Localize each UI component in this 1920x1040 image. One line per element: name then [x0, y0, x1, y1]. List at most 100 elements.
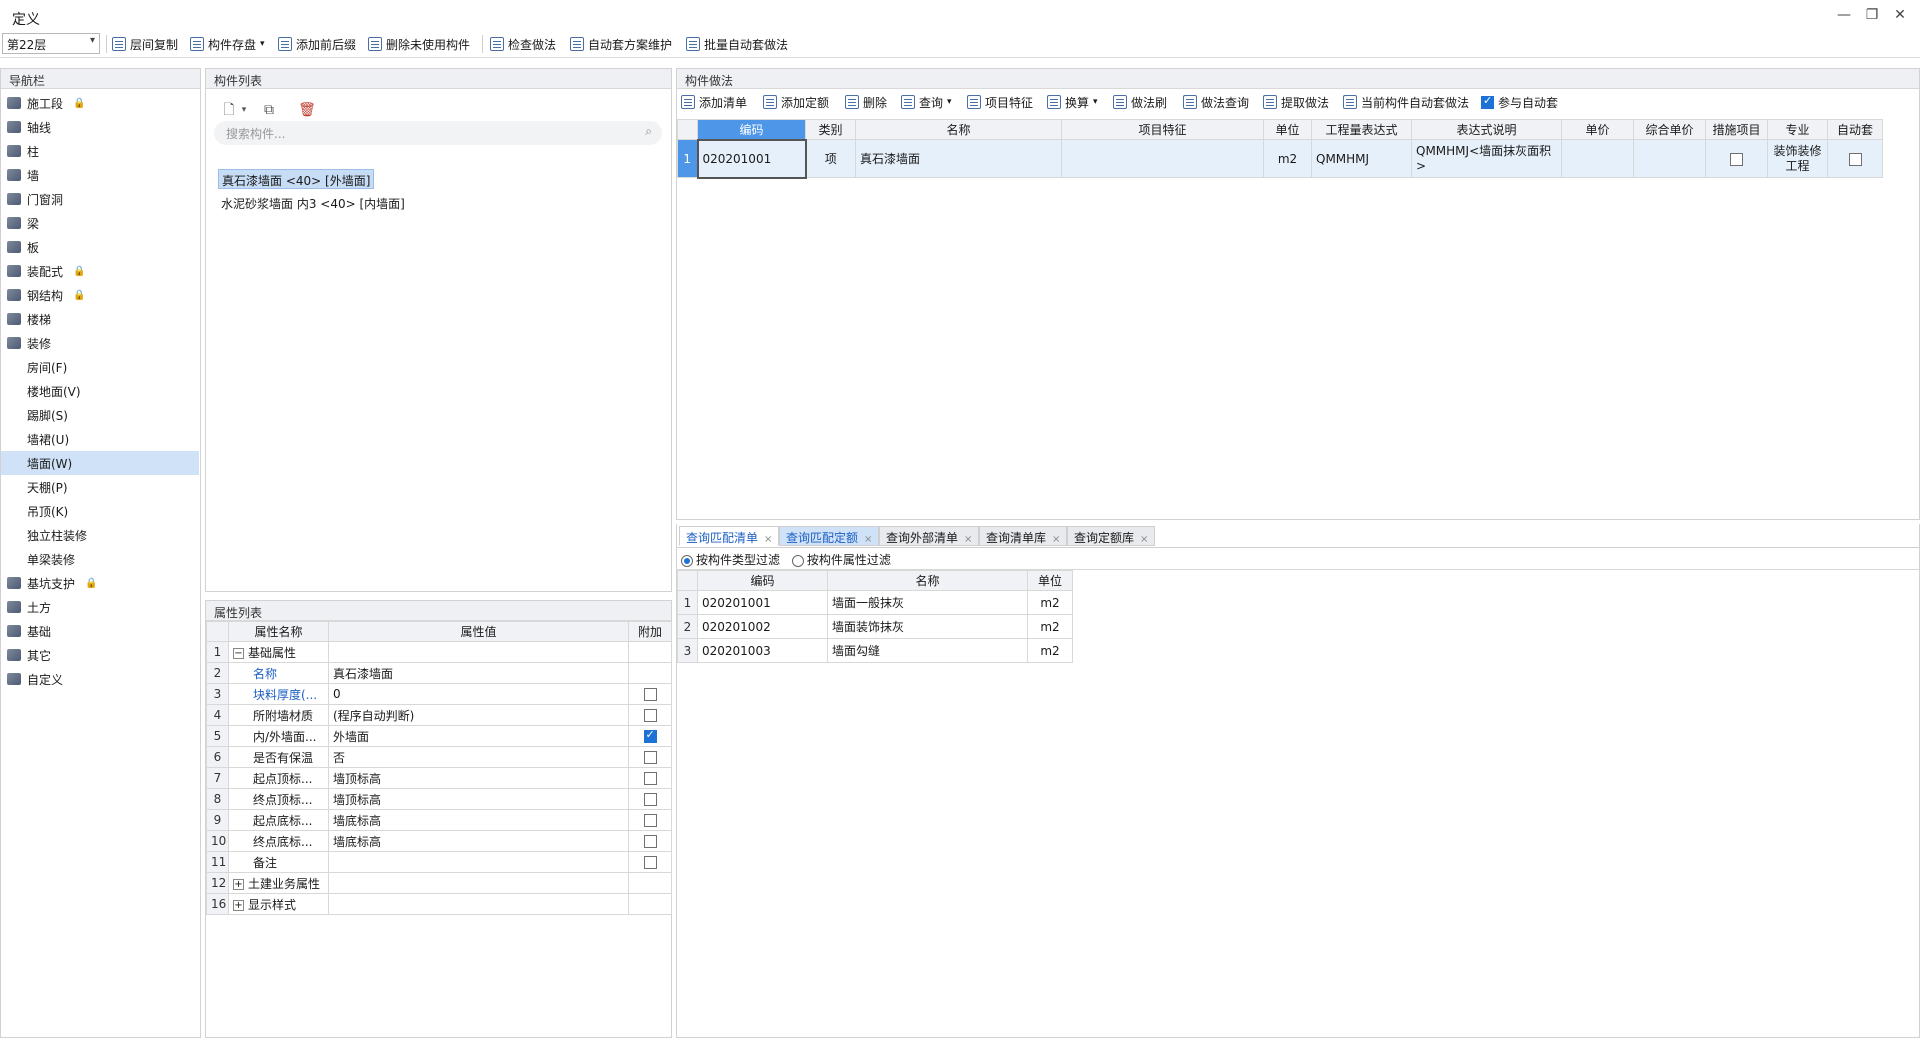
filter-attr-radio[interactable]: 按构件属性过滤 — [791, 553, 891, 567]
property-row[interactable]: 8 终点顶标... 墙顶标高 — [206, 788, 672, 810]
property-value-cell[interactable]: 否 — [328, 746, 629, 768]
property-row[interactable]: 3 块料厚度(... 0 — [206, 683, 672, 705]
name-cell[interactable]: 墙面一般抹灰 — [827, 590, 1028, 615]
query-tab[interactable]: 查询匹配清单 × — [679, 526, 780, 546]
name-cell[interactable]: 真石漆墙面 — [855, 139, 1062, 178]
delete-button[interactable]: 删除 — [845, 93, 887, 111]
code-cell[interactable]: 020201003 — [697, 638, 828, 663]
property-value-cell[interactable]: 外墙面 — [328, 725, 629, 747]
batch-auto-method-button[interactable]: 批量自动套做法 — [686, 35, 788, 53]
unit-cell[interactable]: m2 — [1263, 139, 1312, 178]
close-tab-icon[interactable]: × — [1052, 534, 1060, 545]
component-item[interactable]: 水泥砂浆墙面 内3 <40> [内墙面] — [218, 193, 408, 213]
nav-item[interactable]: 装配式 🔒 — [1, 259, 199, 283]
nav-item[interactable]: 施工段 🔒 — [1, 91, 199, 115]
method-brush-button[interactable]: 做法刷 — [1113, 93, 1167, 111]
add-list-button[interactable]: 添加清单 — [681, 93, 747, 111]
code-cell[interactable]: 020201002 — [697, 614, 828, 639]
property-value-cell[interactable] — [328, 851, 629, 873]
property-value-cell[interactable] — [328, 893, 629, 915]
attach-checkbox[interactable] — [643, 793, 657, 806]
attach-checkbox[interactable] — [643, 835, 657, 848]
query-row[interactable]: 1 020201001 墙面一般抹灰 m2 — [677, 590, 1073, 615]
close-button[interactable]: ✕ — [1890, 6, 1910, 24]
component-search-input[interactable]: 搜索构件... ⌕ — [214, 121, 662, 145]
property-value-cell[interactable]: 墙底标高 — [328, 830, 629, 852]
property-row[interactable]: 12 + 土建业务属性 — [206, 872, 672, 894]
delete-unused-button[interactable]: 删除未使用构件 — [368, 35, 470, 53]
attach-checkbox[interactable] — [643, 688, 657, 701]
nav-item[interactable]: 板 — [1, 235, 199, 259]
type-cell[interactable]: 项 — [805, 139, 856, 178]
nav-item[interactable]: 柱 — [1, 139, 199, 163]
property-value-cell[interactable]: 0 — [328, 683, 629, 705]
auto-method-current-button[interactable]: 当前构件自动套做法 — [1343, 93, 1469, 111]
add-quota-button[interactable]: 添加定额 — [763, 93, 829, 111]
measure-checkbox-cell[interactable] — [1705, 139, 1768, 178]
price-cell[interactable] — [1561, 139, 1634, 178]
expand-icon[interactable]: + — [233, 899, 244, 911]
code-cell[interactable]: 020201001 — [696, 138, 807, 179]
restore-button[interactable]: ❐ — [1862, 6, 1882, 24]
query-tab[interactable]: 查询清单库 × — [979, 526, 1068, 546]
delete-component-icon[interactable]: 🗑 — [296, 99, 318, 121]
property-value-cell[interactable]: 墙底标高 — [328, 809, 629, 831]
save-component-button[interactable]: 构件存盘 ▾ — [190, 35, 265, 53]
copy-between-floors-button[interactable]: 层间复制 — [112, 35, 178, 53]
query-tab[interactable]: 查询定额库 × — [1067, 526, 1156, 546]
unit-cell[interactable]: m2 — [1027, 590, 1073, 615]
attach-checkbox[interactable] — [643, 751, 657, 764]
nav-item[interactable]: 基坑支护 🔒 — [1, 571, 199, 595]
nav-item[interactable]: 钢结构 🔒 — [1, 283, 199, 307]
expand-icon[interactable]: + — [233, 878, 244, 890]
nav-item[interactable]: 装修 — [1, 331, 199, 355]
query-button[interactable]: 查询 ▾ — [901, 93, 952, 111]
nav-item[interactable]: 土方 — [1, 595, 199, 619]
nav-item[interactable]: 墙面(W) — [1, 451, 199, 475]
close-tab-icon[interactable]: × — [964, 534, 972, 545]
item-feature-button[interactable]: 项目特征 — [967, 93, 1033, 111]
property-row[interactable]: 7 起点顶标... 墙顶标高 — [206, 767, 672, 789]
nav-item[interactable]: 天棚(P) — [1, 475, 199, 499]
auto-participate-checkbox[interactable]: 参与自动套 — [1481, 93, 1558, 111]
nav-item[interactable]: 单梁装修 — [1, 547, 199, 571]
property-value-cell[interactable]: 墙顶标高 — [328, 788, 629, 810]
total-price-cell[interactable] — [1633, 139, 1706, 178]
expression-desc-cell[interactable]: QMMHMJ<墙面抹灰面积> — [1411, 139, 1562, 178]
nav-item[interactable]: 楼梯 — [1, 307, 199, 331]
query-tab[interactable]: 查询外部清单 × — [879, 526, 980, 546]
unit-cell[interactable]: m2 — [1027, 614, 1073, 639]
property-row[interactable]: 9 起点底标... 墙底标高 — [206, 809, 672, 831]
unit-cell[interactable]: m2 — [1027, 638, 1073, 663]
check-method-button[interactable]: 检查做法 — [490, 35, 556, 53]
query-row[interactable]: 3 020201003 墙面勾缝 m2 — [677, 638, 1073, 663]
feature-cell[interactable] — [1061, 139, 1264, 178]
property-row[interactable]: 10 终点底标... 墙底标高 — [206, 830, 672, 852]
query-row[interactable]: 2 020201002 墙面装饰抹灰 m2 — [677, 614, 1073, 639]
nav-item[interactable]: 吊顶(K) — [1, 499, 199, 523]
floor-select[interactable]: 第22层 ▾ — [2, 33, 100, 54]
nav-item[interactable]: 房间(F) — [1, 355, 199, 379]
nav-item[interactable]: 墙 — [1, 163, 199, 187]
property-row[interactable]: 1− 基础属性 — [206, 641, 672, 663]
property-row[interactable]: 2 名称 真石漆墙面 — [206, 662, 672, 684]
close-tab-icon[interactable]: × — [1140, 534, 1148, 545]
nav-item[interactable]: 踢脚(S) — [1, 403, 199, 427]
minimize-button[interactable]: — — [1834, 6, 1854, 24]
attach-checkbox[interactable] — [643, 728, 657, 743]
nav-item[interactable]: 自定义 — [1, 667, 199, 691]
nav-item[interactable]: 门窗洞 — [1, 187, 199, 211]
filter-type-radio[interactable]: 按构件类型过滤 — [681, 553, 780, 567]
table-row[interactable]: 1 020201001 项 真石漆墙面 m2 QMMHMJ QMMHMJ<墙面抹… — [677, 138, 1883, 179]
expression-cell[interactable]: QMMHMJ — [1311, 139, 1412, 178]
attach-checkbox[interactable] — [643, 772, 657, 785]
method-query-button[interactable]: 做法查询 — [1183, 93, 1249, 111]
nav-item[interactable]: 其它 — [1, 643, 199, 667]
property-value-cell[interactable]: 墙顶标高 — [328, 767, 629, 789]
component-item[interactable]: 真石漆墙面 <40> [外墙面] — [218, 169, 375, 189]
measure-checkbox[interactable] — [1730, 152, 1743, 166]
auto-checkbox[interactable] — [1848, 152, 1862, 166]
property-row[interactable]: 16 + 显示样式 — [206, 893, 672, 915]
attach-checkbox[interactable] — [643, 856, 657, 869]
property-row[interactable]: 4 所附墙材质 (程序自动判断) — [206, 704, 672, 726]
